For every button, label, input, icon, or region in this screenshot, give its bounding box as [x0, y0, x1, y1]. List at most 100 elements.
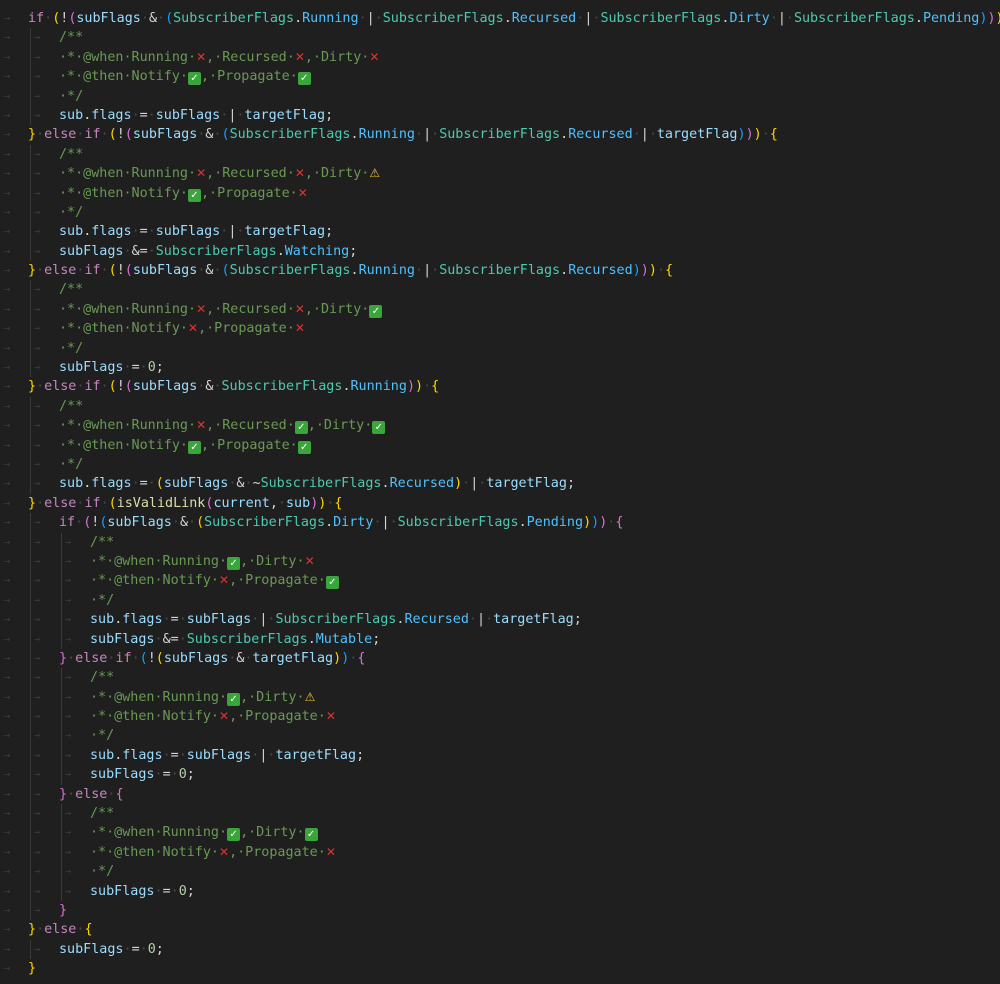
tab-marker-icon: →: [28, 420, 41, 432]
code-line[interactable]: → → → ·*/: [0, 862, 1000, 882]
code-token: Running: [358, 263, 415, 279]
code-token: ·*·@then·Notify·: [59, 185, 188, 201]
code-token: ·: [178, 631, 187, 647]
code-token: subFlags: [163, 650, 229, 666]
code-line[interactable]: →}·else·if·(!(subFlags·&·(SubscriberFlag…: [0, 125, 1000, 144]
code-line[interactable]: → → → subFlags·&=·SubscriberFlags.Mutable…: [0, 629, 1000, 649]
code-line[interactable]: → → → ·*·@when·Running· ✓ ,·Dirty·✕: [0, 551, 1000, 572]
tab-marker-icon: →: [4, 788, 11, 800]
code-token: =: [162, 883, 171, 899]
code-line[interactable]: → if·(!(subFlags·&·(SubscriberFlags.Runni…: [0, 9, 1000, 28]
code-line[interactable]: →}·else·{: [0, 920, 1000, 939]
code-text: → → ·*/: [28, 726, 114, 745]
code-line[interactable]: → → sub.flags·=·subFlags·|·targetFlag;: [0, 222, 1000, 242]
code-line[interactable]: → → → ·*·@then·Notify·✕,·Propagate·✕: [0, 842, 1000, 863]
code-line[interactable]: → → /**: [0, 28, 1000, 48]
check-mark-icon: ✓: [297, 440, 311, 454]
code-token: Running: [350, 379, 407, 395]
tab-marker-icon: →: [28, 730, 41, 742]
code-line[interactable]: → → subFlags·=·0;: [0, 939, 1000, 960]
code-line[interactable]: →}: [0, 959, 1000, 978]
code-token: SubscriberFlags: [397, 515, 519, 531]
code-line[interactable]: → →}·else·{: [0, 784, 1000, 805]
cross-mark-icon: ✕: [304, 553, 315, 568]
code-line[interactable]: → → → /**: [0, 804, 1000, 824]
code-line[interactable]: → → → subFlags·=·0;: [0, 881, 1000, 901]
tab-marker-icon: →: [59, 614, 72, 626]
code-line[interactable]: → → /**: [0, 144, 1000, 165]
line-gutter: →: [0, 106, 26, 125]
tab-marker-icon: →: [28, 943, 41, 955]
code-line[interactable]: → → ·*·@when·Running·✕,·Recursed·✕,·Dirty…: [0, 299, 1000, 320]
code-token: subFlags: [59, 941, 124, 957]
code-token: else: [44, 495, 77, 511]
tab-marker-icon: →: [28, 226, 41, 238]
code-line[interactable]: → → → ·*·@when·Running· ✓ ,·Dirty·⚠: [0, 687, 1000, 708]
code-line[interactable]: → → ·*·@then·Notify· ✓ ,·Propagate·✕: [0, 183, 1000, 203]
code-line[interactable]: → → ·*/: [0, 338, 1000, 359]
code-token: {: [115, 786, 124, 802]
code-line[interactable]: → → → ·*·@then·Notify·✕,·Propagate·✕: [0, 707, 1000, 727]
code-token: ·*·@then·Notify·: [59, 321, 188, 337]
code-line[interactable]: → →}·else·if·(!(subFlags·&·targetFlag))·…: [0, 648, 1000, 669]
code-token: }: [28, 495, 37, 511]
tab-marker-icon: →: [4, 90, 11, 102]
code-line[interactable]: → → ·*·@then·Notify·✕,·Propagate·✕: [0, 319, 1000, 339]
code-line[interactable]: → → → /**: [0, 532, 1000, 552]
code-line[interactable]: → → → ·*/: [0, 590, 1000, 611]
code-token: ,·Propagate·: [229, 573, 326, 589]
code-token: ,·Propagate·: [201, 185, 298, 201]
line-gutter: →: [0, 591, 26, 610]
code-line[interactable]: → → sub.flags·=·subFlags·|·targetFlag;: [0, 105, 1000, 126]
tab-marker-icon: →: [4, 51, 11, 63]
tab-marker-icon: →: [4, 478, 11, 490]
code-line[interactable]: → → subFlags·&=·SubscriberFlags.Watching;: [0, 241, 1000, 262]
code-line[interactable]: → → /**: [0, 396, 1000, 417]
code-line[interactable]: → → → sub.flags·=·subFlags·|·targetFlag;: [0, 745, 1000, 766]
code-line[interactable]: → → → ·*/: [0, 726, 1000, 746]
code-line[interactable]: → → → ·*·@then·Notify·✕,·Propagate· ✓: [0, 571, 1000, 591]
code-token: if: [84, 495, 101, 511]
code-line[interactable]: → → sub.flags·=·(subFlags·&·~SubscriberFl…: [0, 474, 1000, 494]
code-line[interactable]: → → ·*/: [0, 454, 1000, 475]
code-line[interactable]: → → if·(!(subFlags·&·(SubscriberFlags.Dir…: [0, 513, 1000, 533]
code-line[interactable]: → → → sub.flags·=·subFlags·|·SubscriberFl…: [0, 610, 1000, 630]
code-line[interactable]: → → ·*·@when·Running·✕,·Recursed· ✓ ,·Dirty…: [0, 416, 1000, 436]
code-token: ·: [244, 476, 253, 492]
code-line[interactable]: → → ·*·@then·Notify· ✓ ,·Propagate· ✓: [0, 435, 1000, 455]
tab-marker-icon: →: [4, 614, 11, 626]
code-line[interactable]: → → ·*·@when·Running·✕,·Recursed·✕,·Dirty…: [0, 47, 1000, 68]
code-line[interactable]: → →}: [0, 900, 1000, 921]
code-editor[interactable]: → if·(!(subFlags·&·(SubscriberFlags.Runni…: [0, 0, 1000, 984]
code-line[interactable]: → → subFlags·=·0;: [0, 358, 1000, 378]
code-line[interactable]: → → ·*/: [0, 202, 1000, 223]
code-text: → → subFlags·=·0;: [28, 765, 195, 784]
code-line[interactable]: → → ·*·@then·Notify· ✓ ,·Propagate· ✓: [0, 67, 1000, 87]
tab-marker-icon: →: [59, 575, 72, 587]
code-token: =: [139, 107, 148, 123]
code-token: flags: [122, 747, 163, 763]
code-line[interactable]: →}·else·if·(!(subFlags·&·(SubscriberFlag…: [0, 261, 1000, 280]
code-line[interactable]: → → ·*·@when·Running·✕,·Recursed·✕,·Dirty…: [0, 164, 1000, 184]
code-text: → subFlags·=·0;: [28, 940, 164, 959]
line-gutter: →: [0, 804, 26, 823]
line-gutter: →: [0, 862, 26, 881]
code-line[interactable]: → → → subFlags·=·0;: [0, 765, 1000, 785]
code-line[interactable]: →}·else·if·(isValidLink(current,·sub))·{: [0, 494, 1000, 513]
tab-marker-icon: →: [28, 51, 41, 63]
code-line[interactable]: →}·else·if·(!(subFlags·&·SubscriberFlags…: [0, 377, 1000, 396]
code-token: .: [518, 515, 527, 531]
code-line[interactable]: → → ·*/: [0, 86, 1000, 106]
line-gutter: →: [0, 707, 26, 726]
code-line[interactable]: → → → /**: [0, 668, 1000, 688]
tab-marker-icon: →: [4, 342, 11, 354]
code-token: /**: [59, 146, 84, 162]
code-line[interactable]: → → /**: [0, 280, 1000, 300]
code-token: ;: [573, 612, 582, 628]
code-token: =: [139, 224, 148, 240]
cross-mark-icon: ✕: [219, 573, 230, 588]
code-token: subFlags: [186, 612, 252, 628]
tab-marker-icon: →: [4, 458, 11, 470]
code-line[interactable]: → → → ·*·@when·Running· ✓ ,·Dirty· ✓: [0, 823, 1000, 843]
cross-mark-icon: ✕: [196, 418, 207, 433]
